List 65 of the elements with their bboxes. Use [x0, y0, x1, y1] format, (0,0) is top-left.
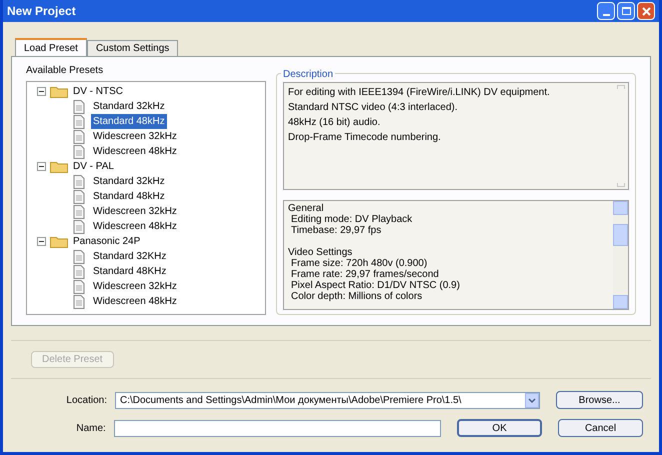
tree-item[interactable]: Widescreen 48kHz — [91, 219, 179, 234]
description-line: Standard NTSC video (4:3 interlaced). — [288, 101, 459, 115]
window-title: New Project — [7, 3, 76, 20]
document-icon — [73, 294, 85, 308]
expander-toggle[interactable] — [37, 162, 46, 171]
location-dropdown[interactable]: C:\Documents and Settings\Admin\Мои документы\Adobe\Premiere Pro\1.5\ — [115, 392, 540, 408]
scrollbar[interactable] — [613, 201, 628, 309]
expander-toggle[interactable] — [37, 237, 46, 246]
tree-item[interactable]: Widescreen 32kHz — [91, 279, 179, 294]
tab[interactable]: Custom Settings — [86, 40, 178, 56]
name-label: Name: — [75, 422, 106, 436]
document-icon — [73, 250, 85, 264]
tree-item[interactable]: Widescreen 32kHz — [91, 204, 179, 219]
document-icon — [73, 144, 85, 158]
minus-icon — [39, 164, 44, 169]
group-label: Description — [281, 67, 336, 82]
document-icon — [73, 280, 85, 294]
tree-item[interactable]: Widescreen 32kHz — [91, 129, 179, 144]
minus-icon — [39, 89, 44, 94]
description-line: 48kHz (16 bit) audio. — [288, 116, 382, 130]
details-heading: Video Settings — [288, 247, 354, 258]
document-icon — [73, 220, 85, 234]
folder-icon — [50, 85, 68, 98]
document-icon — [73, 174, 85, 188]
document-icon — [73, 114, 85, 128]
details-line: Frame size: 720h 480v (0.900) — [290, 258, 428, 269]
details-heading: General — [288, 203, 325, 214]
tree-item[interactable]: DV - NTSC — [72, 84, 124, 99]
document-icon — [73, 264, 85, 278]
dialog-button[interactable]: OK — [457, 419, 542, 437]
maximize-button[interactable] — [617, 2, 635, 20]
tree-item[interactable]: Standard 48KHz — [91, 264, 168, 279]
document-icon — [73, 130, 85, 144]
tree-item[interactable]: Standard 48kHz — [91, 189, 167, 204]
tree-item[interactable]: Panasonic 24P — [72, 234, 142, 249]
details-line: Timebase: 29,97 fps — [290, 225, 382, 236]
folder-icon — [50, 235, 68, 248]
details-line: Color depth: Millions of colors — [290, 291, 424, 302]
folder-icon — [50, 160, 68, 173]
details-line: Frame rate: 29,97 frames/second — [290, 269, 440, 280]
description-line: Drop-Frame Timecode numbering. — [288, 131, 442, 145]
tree-item[interactable]: Standard 48kHz — [91, 114, 167, 129]
tree-item[interactable]: Standard 32KHz — [91, 249, 168, 264]
tree-item[interactable]: Standard 32kHz — [91, 99, 167, 114]
tree-item[interactable]: Standard 32kHz — [91, 174, 167, 189]
details-line: Editing mode: DV Playback — [290, 214, 414, 225]
document-icon — [73, 204, 85, 218]
document-icon — [73, 100, 85, 114]
tree-item[interactable]: DV - PAL — [72, 159, 115, 174]
expander-toggle[interactable] — [37, 87, 46, 96]
dialog-button[interactable]: Cancel — [558, 419, 643, 437]
presets-label: Available Presets — [26, 64, 104, 78]
minimize-button[interactable] — [597, 2, 615, 20]
description-line: For editing with IEEE1394 (FireWire/i.LINK) DV equipment. — [288, 86, 551, 100]
tab[interactable]: Load Preset — [15, 38, 87, 56]
details-line: Pixel Aspect Ratio: D1/DV NTSC (0.9) — [290, 280, 461, 291]
tree-item[interactable]: Widescreen 48kHz — [91, 144, 179, 159]
close-button[interactable] — [637, 2, 655, 20]
location-label: Location: — [65, 394, 107, 408]
name-field[interactable] — [114, 420, 442, 436]
close-icon — [642, 6, 650, 16]
browse-button[interactable]: Browse... — [556, 391, 643, 409]
document-icon — [73, 190, 85, 204]
tree-item[interactable]: Widescreen 48kHz — [91, 294, 179, 309]
minus-icon — [39, 239, 44, 244]
